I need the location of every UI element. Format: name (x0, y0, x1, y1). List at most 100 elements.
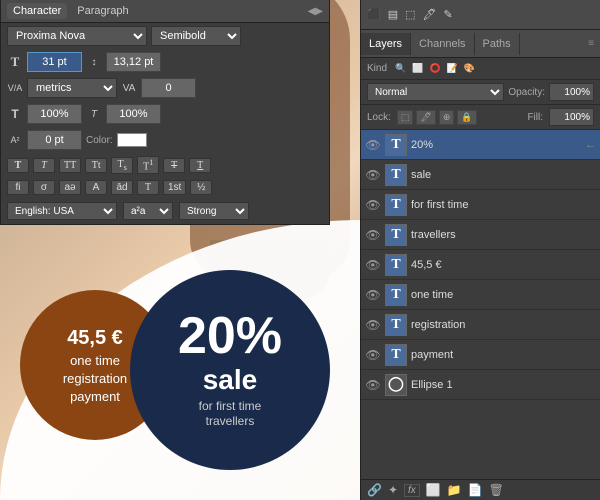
fmt-btn-tt[interactable]: TT (59, 158, 81, 173)
price-text: 45,5 € (63, 324, 127, 352)
sub1-text: for first time (178, 399, 282, 415)
fmt-btn-ad[interactable]: ād (111, 180, 133, 195)
fx-button[interactable]: fx (404, 484, 420, 497)
metrics-icon: V/A (7, 83, 23, 93)
filter-icon-3[interactable]: ⭕ (427, 62, 442, 75)
leading-input[interactable] (106, 52, 161, 72)
fmt-btn-bold[interactable]: T (7, 158, 29, 173)
fmt-btn-fi[interactable]: fi (7, 180, 29, 195)
layer-thumb-label: T (391, 227, 400, 243)
layer-eye-icon[interactable]: 👁 (365, 288, 381, 302)
layer-name-label: 20% (411, 139, 581, 151)
fill-input[interactable] (549, 108, 594, 126)
fmt-btn-under[interactable]: T (189, 158, 211, 173)
toolbar-icon-3[interactable]: ⬚ (403, 7, 417, 22)
filter-icon-4[interactable]: 📝 (445, 62, 460, 75)
hscale-icon: T (86, 109, 102, 120)
layer-thumbnail: T (385, 284, 407, 306)
filter-icon-2[interactable]: ⬜ (410, 62, 425, 75)
fmt-btn-strike[interactable]: T (163, 158, 185, 173)
fmt-btn-italic[interactable]: T (33, 158, 55, 173)
line4-text: payment (63, 388, 127, 406)
layer-eye-icon[interactable]: 👁 (365, 258, 381, 272)
layers-expand[interactable]: ≡ (582, 38, 600, 49)
fmt-btn-a[interactable]: A (85, 180, 107, 195)
opacity-input[interactable] (549, 83, 594, 101)
layer-name-label: payment (411, 349, 596, 361)
color-swatch[interactable] (117, 133, 147, 147)
style-select[interactable]: Semibold (151, 26, 241, 46)
fmt-btn-half[interactable]: ½ (190, 180, 212, 195)
toolbar-icon-4[interactable]: 🖊 (421, 7, 439, 22)
tab-layers[interactable]: Layers (361, 33, 411, 55)
layer-item[interactable]: 👁Tone time (361, 280, 600, 310)
fmt-btn-sigma[interactable]: σ (33, 180, 55, 195)
layer-item[interactable]: 👁Tpayment (361, 340, 600, 370)
layer-item[interactable]: 👁Tregistration (361, 310, 600, 340)
layer-thumbnail: T (385, 164, 407, 186)
tab-paths[interactable]: Paths (475, 33, 520, 55)
layer-item[interactable]: 👁Tfor first time (361, 190, 600, 220)
layers-panel: ⬛ ▤ ⬚ 🖊 ✎ Layers Channels Paths ≡ Kind 🔍… (360, 0, 600, 500)
blend-select[interactable]: Normal (367, 83, 504, 101)
hscale-input[interactable] (106, 104, 161, 124)
layer-thumbnail: T (385, 134, 407, 156)
line2-text: one time (63, 352, 127, 370)
layer-eye-icon[interactable]: 👁 (365, 378, 381, 392)
tab-channels[interactable]: Channels (411, 33, 474, 55)
toolbar-icon-1[interactable]: ⬛ (365, 7, 383, 22)
color-label: Color: (86, 135, 113, 146)
language-select[interactable]: English: USA (7, 202, 117, 220)
fmt-btn-ae[interactable]: aə (59, 180, 81, 195)
layer-eye-icon[interactable]: 👁 (365, 138, 381, 152)
search-bar: Kind 🔍 ⬜ ⭕ 📝 🎨 (361, 58, 600, 80)
layer-name-label: 45,5 € (411, 259, 596, 271)
baseline-input[interactable] (27, 130, 82, 150)
new-layer-icon[interactable]: 📄 (468, 483, 483, 497)
group-icon[interactable]: 📁 (447, 483, 462, 497)
aa-select[interactable]: a²a (123, 202, 173, 220)
tab-character[interactable]: Character (7, 3, 67, 19)
sharpness-select[interactable]: Strong (179, 202, 249, 220)
toolbar-icon-2[interactable]: ▤ (386, 7, 400, 22)
layer-eye-icon[interactable]: 👁 (365, 168, 381, 182)
layer-eye-icon[interactable]: 👁 (365, 198, 381, 212)
fmt-btn-t[interactable]: T (137, 180, 159, 195)
layer-item[interactable]: 👁T20%← (361, 130, 600, 160)
fmt-btn-1st[interactable]: 1st (163, 180, 186, 195)
layer-item[interactable]: 👁 T 45,5 € (361, 250, 600, 280)
lock-transparency-btn[interactable]: ⬚ (397, 110, 414, 125)
layer-item[interactable]: 👁 Tsale (361, 160, 600, 190)
layer-name-label: registration (411, 319, 596, 331)
add-style-icon[interactable]: ✦ (388, 483, 398, 497)
format-row-2: fi σ aə A ād T 1st ½ (1, 177, 329, 198)
layer-eye-icon[interactable]: 👁 (365, 318, 381, 332)
lock-all-btn[interactable]: 🔒 (457, 110, 476, 125)
fmt-btn-tc[interactable]: Tt (85, 158, 107, 173)
fmt-btn-sub[interactable]: Ts (111, 157, 133, 174)
tab-paragraph[interactable]: Paragraph (71, 3, 134, 19)
kerning-input[interactable] (141, 78, 196, 98)
layer-item[interactable]: 👁◯Ellipse 1 (361, 370, 600, 400)
delete-icon[interactable]: 🗑 (489, 483, 504, 497)
font-row: Proxima Nova Semibold (1, 23, 329, 49)
link-icon[interactable]: 🔗 (367, 483, 382, 497)
lock-image-btn[interactable]: 🖊 (416, 110, 435, 125)
layer-thumb-label: T (391, 257, 400, 273)
size-input[interactable] (27, 52, 82, 72)
layer-name-label: sale (411, 169, 596, 181)
lock-position-btn[interactable]: ⊕ (439, 110, 455, 125)
vscale-input[interactable] (27, 104, 82, 124)
metrics-select[interactable]: metrics (27, 78, 117, 98)
filter-icon-5[interactable]: 🎨 (462, 62, 477, 75)
layer-eye-icon[interactable]: 👁 (365, 228, 381, 242)
canvas-panel: 45,5 € one time registration payment 20%… (0, 0, 360, 500)
filter-icon-1[interactable]: 🔍 (393, 62, 408, 75)
layer-thumbnail: T (385, 224, 407, 246)
layer-eye-icon[interactable]: 👁 (365, 348, 381, 362)
fmt-btn-sup[interactable]: T1 (137, 156, 159, 174)
mask-icon[interactable]: ⬜ (426, 483, 441, 497)
layer-item[interactable]: 👁Ttravellers (361, 220, 600, 250)
toolbar-icon-5[interactable]: ✎ (441, 7, 454, 22)
font-select[interactable]: Proxima Nova (7, 26, 147, 46)
